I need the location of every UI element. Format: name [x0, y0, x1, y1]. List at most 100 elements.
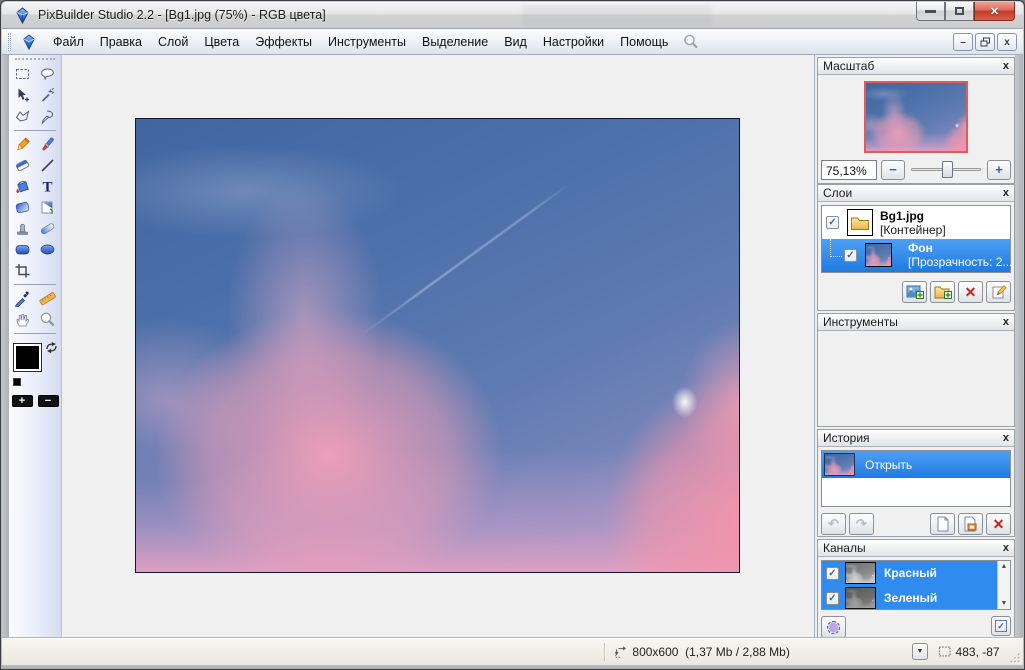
polygon-lasso-tool[interactable] [12, 106, 34, 127]
statusbar-dropdown-button[interactable]: ▼ [912, 643, 928, 660]
tool-options-close-icon[interactable]: x [1003, 317, 1009, 328]
move-tool[interactable] [12, 85, 34, 106]
menu-settings[interactable]: Настройки [535, 31, 612, 53]
menu-edit[interactable]: Правка [92, 31, 150, 53]
channel-row-green[interactable]: ✓ Зеленый [822, 586, 997, 611]
mdi-minimize-button[interactable]: – [953, 33, 973, 51]
create-snapshot-button[interactable] [958, 513, 983, 535]
navigator-close-icon[interactable]: x [1003, 61, 1009, 72]
magnetic-lasso-tool[interactable] [37, 106, 59, 127]
magic-wand-tool[interactable] [37, 85, 59, 106]
mdi-restore-icon [980, 37, 991, 48]
retouch-tool[interactable] [37, 218, 59, 239]
channels-close-icon[interactable]: x [1003, 543, 1009, 554]
layer-row-container[interactable]: ✓ Bg1.jpg [Контейнер] [822, 206, 1010, 239]
rect-select-tool[interactable] [12, 64, 34, 85]
text-tool[interactable]: T [37, 176, 59, 197]
gradient-tool[interactable] [12, 197, 34, 218]
add-folder-button[interactable] [930, 281, 955, 303]
canvas-area[interactable] [62, 55, 814, 637]
zoom-in-button[interactable]: + [987, 160, 1011, 180]
history-panel: История x Открыть ↶ ↷ [817, 429, 1015, 537]
lasso-select-tool[interactable] [37, 64, 59, 85]
pattern-fill-tool[interactable] [37, 197, 59, 218]
layer-subtitle: [Прозрачность: 2... [908, 255, 1012, 269]
history-panel-header[interactable]: История x [818, 430, 1014, 447]
menu-layer[interactable]: Слой [150, 31, 196, 53]
add-layer-button[interactable] [902, 281, 927, 303]
menu-grip-handle[interactable] [8, 33, 11, 51]
new-document-from-state-button[interactable] [930, 513, 955, 535]
layer-thumbnail[interactable] [865, 243, 892, 267]
menu-colors[interactable]: Цвета [196, 31, 247, 53]
channel-visibility-checkbox[interactable]: ✓ [826, 567, 839, 580]
navigator-panel-header[interactable]: Масштаб x [818, 58, 1014, 75]
zoom-slider[interactable] [909, 161, 983, 178]
clone-stamp-tool[interactable] [12, 218, 34, 239]
crop-tool[interactable] [12, 260, 34, 281]
channels-list: ✓ Красный ✓ Зеленый ▲ [821, 560, 1011, 610]
channel-visibility-checkbox[interactable]: ✓ [826, 592, 839, 605]
layers-close-icon[interactable]: x [1003, 188, 1009, 199]
layer-row-selected[interactable]: ✓ Фон [Прозрачность: 2... [822, 239, 1010, 272]
fill-tool[interactable] [12, 176, 34, 197]
window-frame-bottom [2, 665, 1023, 669]
swap-colors-icon[interactable] [45, 341, 58, 354]
foreground-color-swatch[interactable] [13, 343, 42, 372]
tool-options-panel-header[interactable]: Инструменты x [818, 314, 1014, 331]
mdi-restore-button[interactable] [975, 33, 995, 51]
zoom-value-field[interactable]: 75,13% [821, 160, 877, 180]
menu-tools[interactable]: Инструменты [320, 31, 414, 53]
menu-file[interactable]: Файл [45, 31, 92, 53]
eraser-tool[interactable] [12, 155, 34, 176]
scroll-up-icon[interactable]: ▲ [1001, 561, 1008, 572]
layer-visibility-checkbox[interactable]: ✓ [844, 249, 857, 262]
menu-selection[interactable]: Выделение [414, 31, 496, 53]
layer-visibility-checkbox[interactable]: ✓ [826, 216, 839, 229]
history-close-icon[interactable]: x [1003, 433, 1009, 444]
layer-folder-icon[interactable] [847, 209, 873, 236]
eyedropper-tool[interactable] [12, 288, 34, 309]
delete-layer-button[interactable]: ✕ [958, 281, 983, 303]
history-item-selected[interactable]: Открыть [822, 451, 1010, 478]
mdi-close-button[interactable]: x [997, 33, 1017, 51]
menu-view[interactable]: Вид [496, 31, 535, 53]
delete-history-button[interactable]: ✕ [986, 513, 1011, 535]
channels-scrollbar[interactable]: ▲ ▼ [997, 561, 1010, 609]
zoom-slider-thumb[interactable] [942, 161, 953, 178]
menu-help[interactable]: Помощь [612, 31, 676, 53]
menu-effects[interactable]: Эффекты [247, 31, 320, 53]
channel-mask-button[interactable]: ✓ [991, 616, 1011, 636]
channel-row-red[interactable]: ✓ Красный [822, 561, 997, 586]
resize-grip[interactable] [1008, 650, 1021, 665]
redo-button[interactable]: ↷ [849, 513, 874, 535]
layers-panel-header[interactable]: Слои x [818, 185, 1014, 202]
title-bar[interactable]: PixBuilder Studio 2.2 - [Bg1.jpg (75%) -… [2, 2, 1023, 29]
layer-properties-button[interactable] [986, 281, 1011, 303]
undo-button[interactable]: ↶ [821, 513, 846, 535]
image-document[interactable] [135, 118, 740, 573]
ruler-tool[interactable] [37, 288, 59, 309]
brush-tool[interactable] [37, 134, 59, 155]
maximize-button[interactable] [945, 2, 974, 21]
channels-panel-header[interactable]: Каналы x [818, 540, 1014, 557]
default-colors-icon[interactable] [13, 378, 25, 389]
brush-size-increase-button[interactable]: + [12, 395, 33, 407]
layers-panel: Слои x ✓ Bg1.jpg [Контейнер] [817, 184, 1015, 311]
hand-tool[interactable] [12, 309, 34, 330]
search-icon[interactable] [682, 33, 700, 51]
minimize-button[interactable] [916, 2, 945, 21]
line-tool[interactable] [37, 155, 59, 176]
toolbar-separator [14, 284, 56, 285]
brush-size-decrease-button[interactable]: − [38, 395, 59, 407]
load-channel-selection-button[interactable] [821, 616, 846, 638]
rounded-rect-tool[interactable] [12, 239, 34, 260]
toolbar-grip-handle[interactable] [15, 58, 55, 60]
zoom-out-button[interactable]: − [881, 160, 905, 180]
close-button[interactable]: ✕ [974, 2, 1015, 21]
navigator-thumbnail[interactable] [864, 81, 968, 153]
pencil-tool[interactable] [12, 134, 34, 155]
scroll-down-icon[interactable]: ▼ [1001, 598, 1008, 609]
ellipse-tool[interactable] [37, 239, 59, 260]
zoom-tool[interactable] [37, 309, 59, 330]
